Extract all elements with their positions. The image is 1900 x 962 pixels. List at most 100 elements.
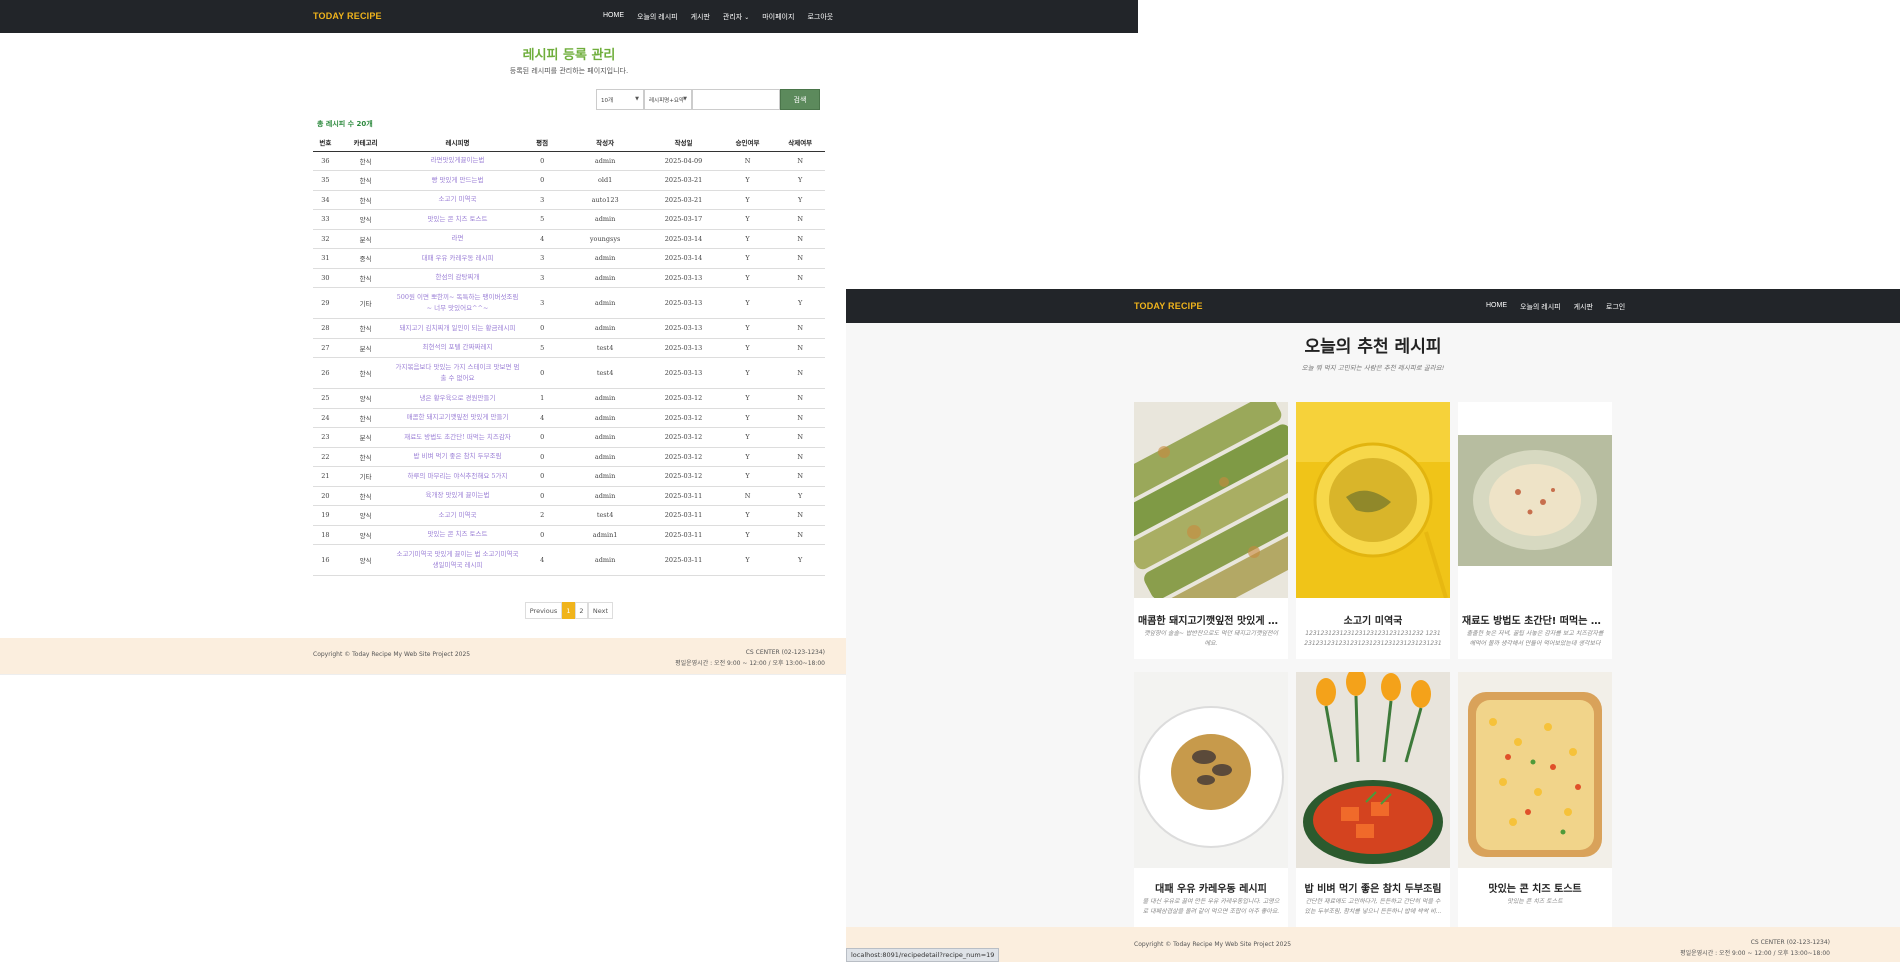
cell-deleted: N xyxy=(775,229,825,249)
table-row: 34 한식 소고기 미역국 3 auto123 2025-03-21 Y Y xyxy=(313,190,825,210)
recipe-table-body: 36 한식 라면맛있게끓이는법 0 admin 2025-04-09 N N 35 한식 빵 맛있게… xyxy=(313,151,825,576)
search-input[interactable] xyxy=(692,89,780,110)
cell-approved: Y xyxy=(719,408,776,428)
cell-recipe-name[interactable]: 가지볶음보다 맛있는 가지 스테이크 맛보면 멈 출 수 없어요 xyxy=(393,357,522,389)
cell-recipe-name[interactable]: 소고기 미역국 xyxy=(393,505,522,526)
nav-home[interactable]: HOME xyxy=(1486,302,1507,312)
cell-recipe-name[interactable]: 매콤한 돼지고기깻잎전 맛있게 만들기 xyxy=(393,408,522,428)
cell-deleted: Y xyxy=(775,544,825,576)
cell-rating: 0 xyxy=(521,447,563,467)
nav-menu: HOME 오늘의 레시피 게시판 관리자 ⌄ 마이페이지 로그아웃 xyxy=(603,12,833,22)
page-size-select[interactable]: 10개 ▼ xyxy=(596,89,644,110)
nav-logout[interactable]: 로그아웃 xyxy=(807,12,833,22)
col-header-approved: 승인여부 xyxy=(719,134,776,152)
card-description: 깻잎향이 솔솔~ 밥반찬으로도 먹던 돼지고기깻잎전이에요. xyxy=(1143,630,1279,647)
recipe-card[interactable]: 대패 우유 카레우동 레시피 물 대신 우유로 끓여 만든 우유 카레우동입니다… xyxy=(1134,672,1288,927)
footer-cs-phone: CS CENTER (02-123-1234) xyxy=(745,649,825,656)
recipe-card[interactable]: 재료도 방법도 초간단! 떠먹는 치즈... 출출한 늦은 저녁, 꿀팁 사놓은… xyxy=(1458,402,1612,659)
cell-recipe-name[interactable]: 하루의 마무리는 야식추천해요 5가지 xyxy=(393,466,522,487)
recipe-image[interactable] xyxy=(1296,402,1450,598)
recipe-image[interactable] xyxy=(1134,402,1288,598)
cell-recipe-name[interactable]: 소고기 미역국 xyxy=(393,190,522,210)
nav-mypage[interactable]: 마이페이지 xyxy=(762,12,794,22)
cell-author: admin xyxy=(562,248,648,269)
cell-date: 2025-03-14 xyxy=(647,229,720,249)
cell-recipe-name[interactable]: 대패 우유 카레우동 레시피 xyxy=(393,248,522,269)
recipe-image[interactable] xyxy=(1458,672,1612,868)
recipe-card[interactable]: 소고기 미역국 1231231231231231231231231231232 … xyxy=(1296,402,1450,659)
cell-number: 18 xyxy=(313,525,338,545)
footer-cs: CS CENTER (02-123-1234) 평일운영시간 : 오전 9:00… xyxy=(675,647,825,669)
cell-category: 한식 xyxy=(337,170,394,191)
cell-deleted: N xyxy=(775,248,825,269)
cell-number: 32 xyxy=(313,229,338,249)
table-header-row: 번호 카테고리 레시피명 평점 작성자 작성일 승인여부 삭제여부 xyxy=(313,134,825,152)
cell-approved: Y xyxy=(719,505,776,526)
brand-logo[interactable]: TODAY RECIPE xyxy=(313,11,382,21)
cell-rating: 0 xyxy=(521,466,563,487)
cell-author: youngsys xyxy=(562,229,648,249)
cell-recipe-name[interactable]: 맛있는 콘 치즈 토스트 xyxy=(393,209,522,230)
pager-page-1[interactable]: 1 xyxy=(562,602,575,619)
brand-logo[interactable]: TODAY RECIPE xyxy=(1134,301,1203,311)
recipe-image[interactable] xyxy=(1458,402,1612,598)
cell-deleted: N xyxy=(775,357,825,389)
cell-approved: Y xyxy=(719,190,776,210)
cell-date: 2025-03-12 xyxy=(647,447,720,467)
pager-previous[interactable]: Previous xyxy=(525,602,562,619)
recipe-card[interactable]: 맛있는 콘 치즈 토스트 맛있는 콘 치즈 토스트 xyxy=(1458,672,1612,927)
cell-category: 한식 xyxy=(337,357,394,389)
cell-recipe-name[interactable]: 육개장 맛있게 끓이는법 xyxy=(393,486,522,506)
cell-rating: 0 xyxy=(521,486,563,506)
cell-category: 한식 xyxy=(337,318,394,339)
cell-recipe-name[interactable]: 돼지고기 김치찌개 일인이 되는 황금레시피 xyxy=(393,318,522,339)
nav-home[interactable]: HOME xyxy=(603,12,624,22)
cell-category: 기타 xyxy=(337,466,394,487)
recipe-card[interactable]: 밥 비벼 먹기 좋은 참치 두부조림 간단한 재료에도 고민하다가, 든든하고 … xyxy=(1296,672,1450,927)
cell-date: 2025-03-12 xyxy=(647,427,720,448)
cell-recipe-name[interactable]: 라면 xyxy=(393,229,522,249)
card-description: 물 대신 우유로 끓여 만든 우유 카레우동입니다. 고명으로 대패삼겹살을 올… xyxy=(1142,898,1280,915)
pager-next[interactable]: Next xyxy=(588,602,613,619)
cell-recipe-name[interactable]: 재료도 방법도 초간단! 떠먹는 치즈감자 xyxy=(393,427,522,448)
recipe-image[interactable] xyxy=(1296,672,1450,868)
nav-board[interactable]: 게시판 xyxy=(1574,302,1593,312)
cell-number: 35 xyxy=(313,170,338,191)
search-button[interactable]: 검색 xyxy=(780,89,820,110)
card-description: 1231231231231231231231231231232 12312312… xyxy=(1304,630,1442,647)
cell-recipe-name[interactable]: 라면맛있게끓이는법 xyxy=(393,151,522,171)
cell-recipe-name[interactable]: 소고기미역국 맛있게 끓이는 법 소고기미역국 생일미역국 레시피 xyxy=(393,544,522,576)
nav-admin-label: 관리자 xyxy=(722,14,743,21)
cell-author: admin1 xyxy=(562,525,648,545)
cell-date: 2025-04-09 xyxy=(647,151,720,171)
col-header-rating: 평점 xyxy=(521,134,563,152)
cell-recipe-name[interactable]: 한섬의 감탕찌개 xyxy=(393,268,522,288)
cell-recipe-name[interactable]: 500원 이면 뽀한끼~ 독특하는 팽이버섯조림~ 너무 맛있어요^^~ xyxy=(393,287,522,319)
cell-recipe-name[interactable]: 맛있는 콘 치즈 토스트 xyxy=(393,525,522,545)
cell-recipe-name[interactable]: 냉은 황우육으로 경원만들기 xyxy=(393,388,522,409)
recipe-card[interactable]: 매콤한 돼지고기깻잎전 맛있게 만... 깻잎향이 솔솔~ 밥반찬으로도 먹던 … xyxy=(1134,402,1288,659)
pager-page-2[interactable]: 2 xyxy=(575,602,588,619)
cell-deleted: Y xyxy=(775,486,825,506)
cell-recipe-name[interactable]: 최현석의 포텔 간짜짜레지 xyxy=(393,338,522,358)
table-row: 31 중식 대패 우유 카레우동 레시피 3 admin 2025-03-14 Y N xyxy=(313,248,825,269)
search-field-select[interactable]: 레시피명+요약 ▼ xyxy=(644,89,692,110)
nav-admin[interactable]: 관리자 ⌄ xyxy=(723,12,749,22)
table-row: 19 양식 소고기 미역국 2 test4 2025-03-11 Y N xyxy=(313,505,825,526)
cell-category: 한식 xyxy=(337,268,394,288)
cell-rating: 3 xyxy=(521,287,563,319)
cell-recipe-name[interactable]: 밥 비벼 먹기 좋은 참치 두부조림 xyxy=(393,447,522,467)
cell-category: 한식 xyxy=(337,151,394,171)
nav-today-recipe[interactable]: 오늘의 레시피 xyxy=(637,12,678,22)
recommend-subtitle: 오늘 뭐 먹지 고민되는 사람은 추천 레시피로 골라요! xyxy=(1301,364,1445,372)
footer: Copyright © Today Recipe My Web Site Pro… xyxy=(0,638,846,674)
cell-recipe-name[interactable]: 빵 맛있게 만드는법 xyxy=(393,170,522,191)
nav-board[interactable]: 게시판 xyxy=(691,12,710,22)
nav-today-recipe[interactable]: 오늘의 레시피 xyxy=(1520,302,1561,312)
nav-login[interactable]: 로그인 xyxy=(1606,302,1625,312)
cell-rating: 3 xyxy=(521,248,563,269)
recipe-image[interactable] xyxy=(1134,672,1288,868)
cell-author: admin xyxy=(562,408,648,428)
cell-date: 2025-03-13 xyxy=(647,338,720,358)
cell-deleted: N xyxy=(775,427,825,448)
